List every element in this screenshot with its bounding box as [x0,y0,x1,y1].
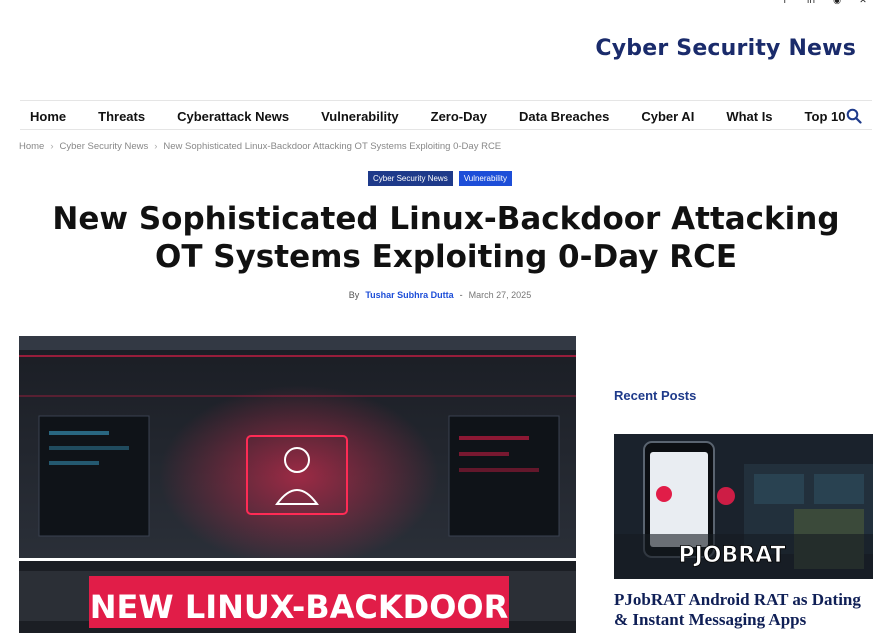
publish-date: March 27, 2025 [468,290,532,300]
nav-item-cyberattack-news[interactable]: Cyberattack News [167,109,289,124]
nav-item-zero-day[interactable]: Zero-Day [421,109,487,124]
hero-banner-text: NEW LINUX-BACKDOOR [90,588,509,626]
main-nav: Home Threats Cyberattack News Vulnerabil… [20,100,872,130]
thumbnail-text: PJOBRAT [678,543,785,568]
social-links: f in ◉ ✕ [780,0,868,6]
recent-post-thumbnail-illustration: PJOBRAT [614,434,873,579]
article-title: New Sophisticated Linux-Backdoor Attacki… [40,200,852,276]
site-header: f in ◉ ✕ Cyber Security News [0,0,880,100]
nav-item-vulnerability[interactable]: Vulnerability [311,109,399,124]
nav-item-data-breaches[interactable]: Data Breaches [509,109,609,124]
category-badge-vulnerability[interactable]: Vulnerability [458,171,512,186]
nav-item-top-10[interactable]: Top 10 [795,109,846,124]
breadcrumb-chevron-icon: › [154,141,158,152]
nav-item-what-is[interactable]: What Is [716,109,772,124]
category-badge-cyber-security-news[interactable]: Cyber Security News [368,171,453,186]
breadcrumb-current: New Sophisticated Linux-Backdoor Attacki… [163,141,502,152]
facebook-icon[interactable]: f [780,0,790,6]
nav-item-threats[interactable]: Threats [88,109,145,124]
meta-separator: - [459,290,463,300]
by-label: By [348,290,360,300]
breadcrumb-chevron-icon: › [50,141,54,152]
article-categories: Cyber Security News Vulnerability [0,171,880,186]
breadcrumb-category[interactable]: Cyber Security News [60,141,149,152]
article-meta: By Tushar Subhra Dutta - March 27, 2025 [0,290,880,300]
nav-item-home[interactable]: Home [20,109,66,124]
title-line-1: New Sophisticated Linux-Backdoor Attacki… [52,201,840,237]
rss-icon[interactable]: ◉ [832,0,842,6]
recent-post-thumbnail[interactable]: PJOBRAT [614,434,873,579]
hero-image: NEW LINUX-BACKDOOR [19,336,576,633]
title-line-2: OT Systems Exploiting 0-Day RCE [154,239,737,275]
breadcrumb: Home › Cyber Security News › New Sophist… [19,141,501,152]
hero-illustration: NEW LINUX-BACKDOOR [19,336,576,633]
search-icon[interactable] [846,108,862,124]
nav-item-cyber-ai[interactable]: Cyber AI [631,109,694,124]
author-link[interactable]: Tushar Subhra Dutta [365,290,453,300]
recent-posts-heading: Recent Posts [614,388,697,403]
site-logo[interactable]: Cyber Security News [595,36,856,61]
linkedin-icon[interactable]: in [806,0,816,6]
breadcrumb-home[interactable]: Home [19,141,44,152]
x-icon[interactable]: ✕ [858,0,868,6]
recent-post-title-link[interactable]: PJobRAT Android RAT as Dating & Instant … [614,590,872,630]
